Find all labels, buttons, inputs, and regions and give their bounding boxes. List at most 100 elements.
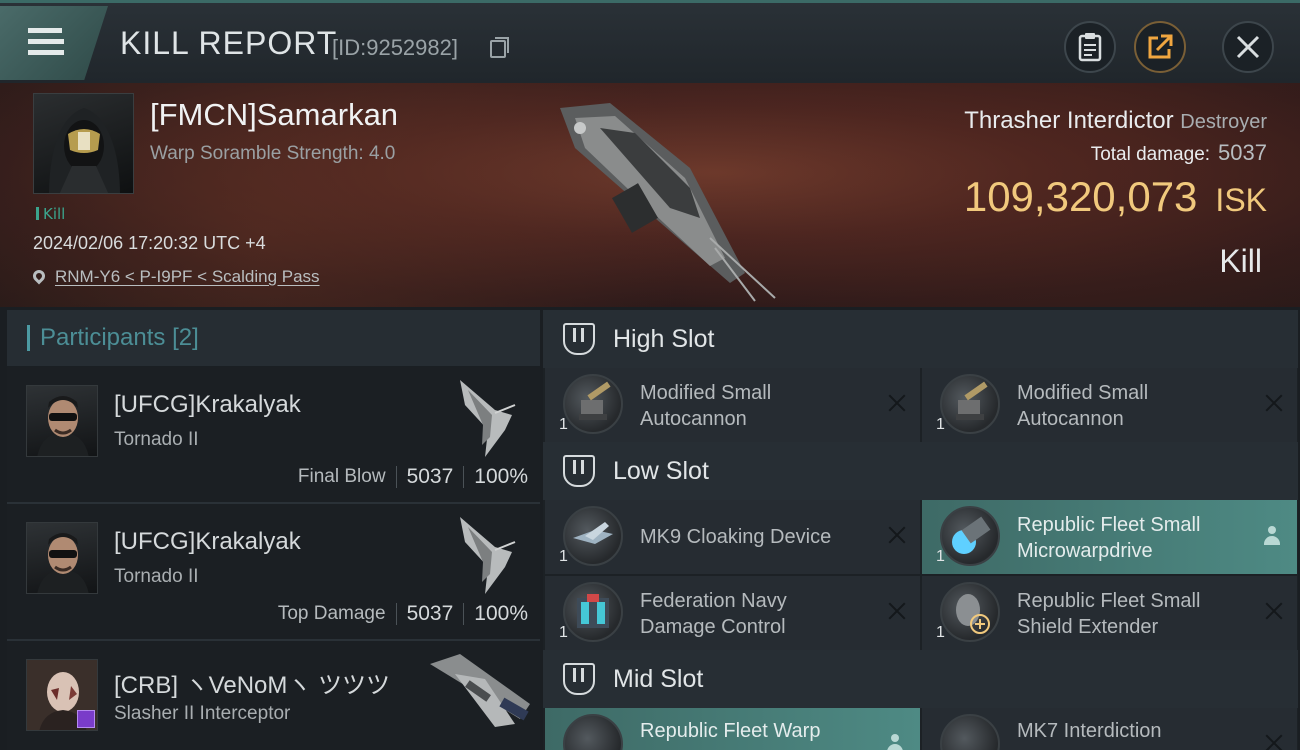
stats-divider bbox=[395, 603, 397, 625]
mid-slot-label: Mid Slot bbox=[613, 664, 704, 693]
close-button[interactable] bbox=[1222, 21, 1274, 73]
module-name-line2: Autocannon bbox=[640, 408, 747, 430]
module-name-line1: Modified Small bbox=[640, 382, 772, 404]
cloaking-device-icon bbox=[563, 506, 623, 566]
kill-tag-label: Kill bbox=[43, 205, 66, 223]
victim-ship-name[interactable]: Thrasher Interdictor Destroyer bbox=[964, 107, 1267, 135]
clipboard-button[interactable] bbox=[1064, 21, 1116, 73]
module-quantity: 1 bbox=[559, 624, 568, 641]
destroyed-x-icon bbox=[1265, 394, 1283, 412]
isk-unit: ISK bbox=[1215, 182, 1267, 218]
module-quantity: 1 bbox=[936, 416, 945, 433]
participant-name[interactable]: [UFCG]Krakalyak bbox=[114, 391, 301, 419]
stats-divider bbox=[463, 603, 465, 625]
autocannon-glyph bbox=[579, 381, 611, 420]
participant-ship: Tornado II bbox=[114, 429, 199, 450]
location-pin-icon bbox=[30, 267, 48, 285]
pilot-avatar-icon bbox=[37, 396, 89, 456]
shield-extender-icon bbox=[940, 582, 1000, 642]
kill-location[interactable]: RNM-Y6 < P-I9PF < Scalding Pass bbox=[30, 267, 320, 287]
autocannon-icon bbox=[940, 374, 1000, 434]
avatar[interactable] bbox=[26, 385, 98, 457]
page-title: KILL REPORT bbox=[120, 25, 338, 61]
module-name-line2: Damage Control bbox=[640, 616, 786, 638]
isk-value: 109,320,073 ISK bbox=[964, 173, 1267, 221]
participant-ship-image bbox=[430, 654, 530, 727]
share-button[interactable] bbox=[1134, 21, 1186, 73]
clipboard-icon bbox=[1078, 33, 1102, 62]
module-name-line1: Modified Small bbox=[1017, 382, 1149, 404]
header-bar: KILL REPORT [ID:9252982] bbox=[0, 0, 1300, 83]
module-item[interactable]: 1 Federation Navy Damage Control bbox=[545, 576, 920, 650]
victim-portrait[interactable] bbox=[33, 93, 134, 194]
menu-button[interactable] bbox=[0, 6, 108, 80]
pilot-portrait-icon bbox=[49, 108, 120, 193]
info-badge-icon bbox=[77, 710, 95, 728]
participant-damage: 5037 bbox=[406, 602, 454, 625]
dropped-user-icon bbox=[1263, 526, 1281, 546]
hamburger-menu-icon bbox=[28, 28, 62, 33]
participant-name[interactable]: [UFCG]Krakalyak bbox=[114, 528, 301, 556]
participant-row[interactable]: [UFCG]Krakalyak Tornado II Top Damage 50… bbox=[7, 504, 540, 641]
hamburger-menu-icon-bar bbox=[28, 50, 64, 55]
low-slot-label: Low Slot bbox=[613, 456, 709, 485]
total-damage-value: 5037 bbox=[1218, 140, 1267, 165]
fittings-panel: High Slot 1 Modified Small Autocannon 1 M… bbox=[543, 310, 1298, 750]
module-name: Modified Small Autocannon bbox=[1017, 380, 1257, 432]
participant-ship-image bbox=[460, 380, 516, 457]
module-quantity: 1 bbox=[559, 416, 568, 433]
share-icon bbox=[1148, 34, 1173, 59]
module-item[interactable]: 1 Modified Small Autocannon bbox=[545, 368, 920, 442]
participant-row[interactable]: [UFCG]Krakalyak Tornado II Final Blow 50… bbox=[7, 367, 540, 504]
damage-control-icon bbox=[563, 582, 623, 642]
kill-tag: Kill bbox=[36, 205, 65, 223]
low-slot-header: Low Slot bbox=[543, 442, 1298, 500]
participants-panel: Participants [2] [UFCG]Krakalyak Tornado… bbox=[7, 310, 540, 750]
ship-name-text[interactable]: Thrasher Interdictor bbox=[964, 107, 1173, 134]
module-name: Republic Fleet Small Shield Extender bbox=[1017, 588, 1257, 640]
avatar[interactable] bbox=[26, 659, 98, 731]
participant-stats: Final Blow 5037 100% bbox=[298, 465, 528, 489]
shield-extender-glyph bbox=[956, 594, 990, 634]
total-damage: Total damage: 5037 bbox=[1091, 140, 1267, 166]
warp-disruptor-icon bbox=[563, 714, 623, 750]
victim-name[interactable]: [FMCN]Samarkan bbox=[150, 97, 398, 133]
avatar[interactable] bbox=[26, 522, 98, 594]
kill-tag-bar bbox=[36, 207, 39, 220]
module-name: Republic Fleet Warp bbox=[640, 720, 821, 742]
participant-stats: Top Damage 5037 100% bbox=[278, 602, 528, 626]
pilot-avatar-icon bbox=[37, 533, 89, 593]
module-item[interactable]: 1 Republic Fleet Small Shield Extender bbox=[922, 576, 1297, 650]
participant-row[interactable]: [CRB] ヽVeNoMヽ ツツツ Slasher II Interceptor bbox=[7, 641, 540, 750]
slot-shield-icon bbox=[563, 663, 595, 695]
microwarpdrive-icon bbox=[940, 506, 1000, 566]
module-name: Modified Small Autocannon bbox=[640, 380, 880, 432]
module-item[interactable]: 1 Modified Small Autocannon bbox=[922, 368, 1297, 442]
location-path[interactable]: RNM-Y6 < P-I9PF < Scalding Pass bbox=[55, 267, 320, 286]
module-name: MK9 Cloaking Device bbox=[640, 526, 832, 548]
ship-class: Destroyer bbox=[1180, 111, 1267, 133]
kill-timestamp: 2024/02/06 17:20:32 UTC +4 bbox=[33, 233, 266, 253]
slot-shield-icon bbox=[563, 323, 595, 355]
hamburger-menu-icon-bar bbox=[28, 39, 64, 44]
participants-label: Participants bbox=[40, 324, 166, 351]
copy-icon[interactable] bbox=[490, 37, 509, 58]
autocannon-glyph bbox=[956, 381, 988, 420]
module-quantity: 1 bbox=[936, 548, 945, 565]
participant-percent: 100% bbox=[474, 602, 528, 625]
victim-subtitle: Warp Soramble Strength: 4.0 bbox=[150, 143, 396, 164]
participant-role: Top Damage bbox=[277, 603, 386, 624]
participant-name[interactable]: [CRB] ヽVeNoMヽ ツツツ bbox=[114, 665, 390, 700]
module-item[interactable]: 1 MK9 Cloaking Device bbox=[545, 500, 920, 574]
module-item[interactable]: MK7 Interdiction bbox=[922, 708, 1297, 750]
module-item-dropped[interactable]: Republic Fleet Warp bbox=[545, 708, 920, 750]
module-item-dropped[interactable]: 1 Republic Fleet Small Microwarpdrive bbox=[922, 500, 1297, 574]
report-id: [ID:9252982] bbox=[332, 35, 458, 60]
stats-divider bbox=[463, 466, 465, 488]
module-name: Federation Navy Damage Control bbox=[640, 588, 880, 640]
autocannon-icon bbox=[563, 374, 623, 434]
participants-header-bar bbox=[27, 325, 30, 351]
module-quantity: 1 bbox=[559, 548, 568, 565]
mid-slot-header: Mid Slot bbox=[543, 650, 1298, 708]
stats-divider bbox=[395, 466, 397, 488]
